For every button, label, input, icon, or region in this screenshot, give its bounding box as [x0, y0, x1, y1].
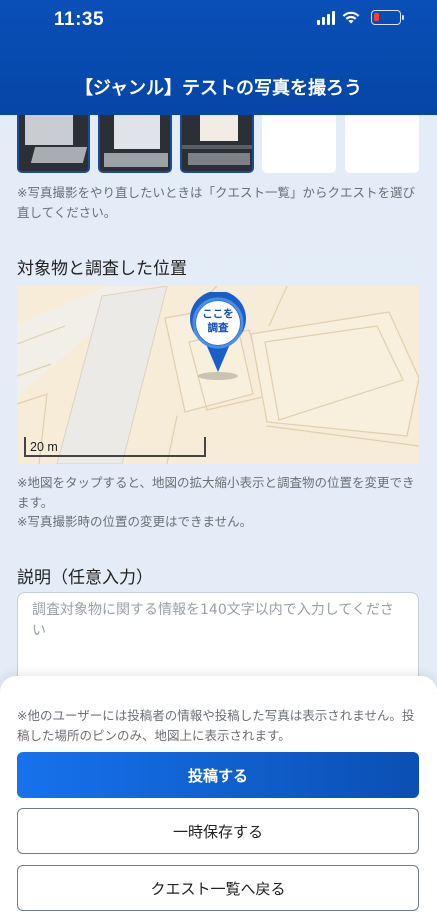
- location-section-title: 対象物と調査した位置: [17, 259, 187, 279]
- submit-button[interactable]: 投稿する: [17, 752, 419, 798]
- signal-icon: [317, 10, 335, 25]
- description-section-title: 説明（任意入力）: [17, 568, 153, 588]
- photo-slot-empty-1[interactable]: [262, 115, 336, 173]
- battery-low-icon: [371, 10, 404, 25]
- map-position-note: ※写真撮影時の位置の変更はできません。: [17, 514, 253, 529]
- status-time: 11:35: [54, 9, 105, 30]
- privacy-note: ※他のユーザーには投稿者の情報や投稿した写真は表示されません。投稿した場所のピン…: [17, 708, 415, 743]
- map-pin-label: ここを調査: [202, 308, 234, 334]
- pin-shape: [190, 290, 246, 380]
- photo-slot-empty-2[interactable]: [345, 115, 419, 173]
- photo-strip: [17, 115, 422, 175]
- photo-thumbnail-1[interactable]: [17, 115, 90, 173]
- save-draft-button[interactable]: 一時保存する: [17, 808, 419, 854]
- photo-thumbnail-2[interactable]: [98, 115, 172, 173]
- map-scale-label: 20 m: [30, 440, 58, 454]
- map-pin-icon[interactable]: ここを調査: [188, 290, 248, 382]
- back-to-quest-list-button[interactable]: クエスト一覧へ戻る: [17, 865, 419, 911]
- photo-thumbnail-3[interactable]: [180, 115, 254, 173]
- wifi-icon: [342, 11, 360, 24]
- app-header: 11:35 【ジャンル】テストの写真を撮ろう: [0, 0, 437, 115]
- location-map[interactable]: ここを調査 20 m: [17, 286, 419, 464]
- map-tap-note: ※地図をタップすると、地図の拡大縮小表示と調査物の位置を変更できます。: [17, 475, 415, 510]
- photo-retake-note: ※写真撮影をやり直したいときは「クエスト一覧」からクエストを選び直してください。: [17, 185, 415, 220]
- page-title: 【ジャンル】テストの写真を撮ろう: [74, 78, 363, 99]
- status-icons: [317, 10, 404, 25]
